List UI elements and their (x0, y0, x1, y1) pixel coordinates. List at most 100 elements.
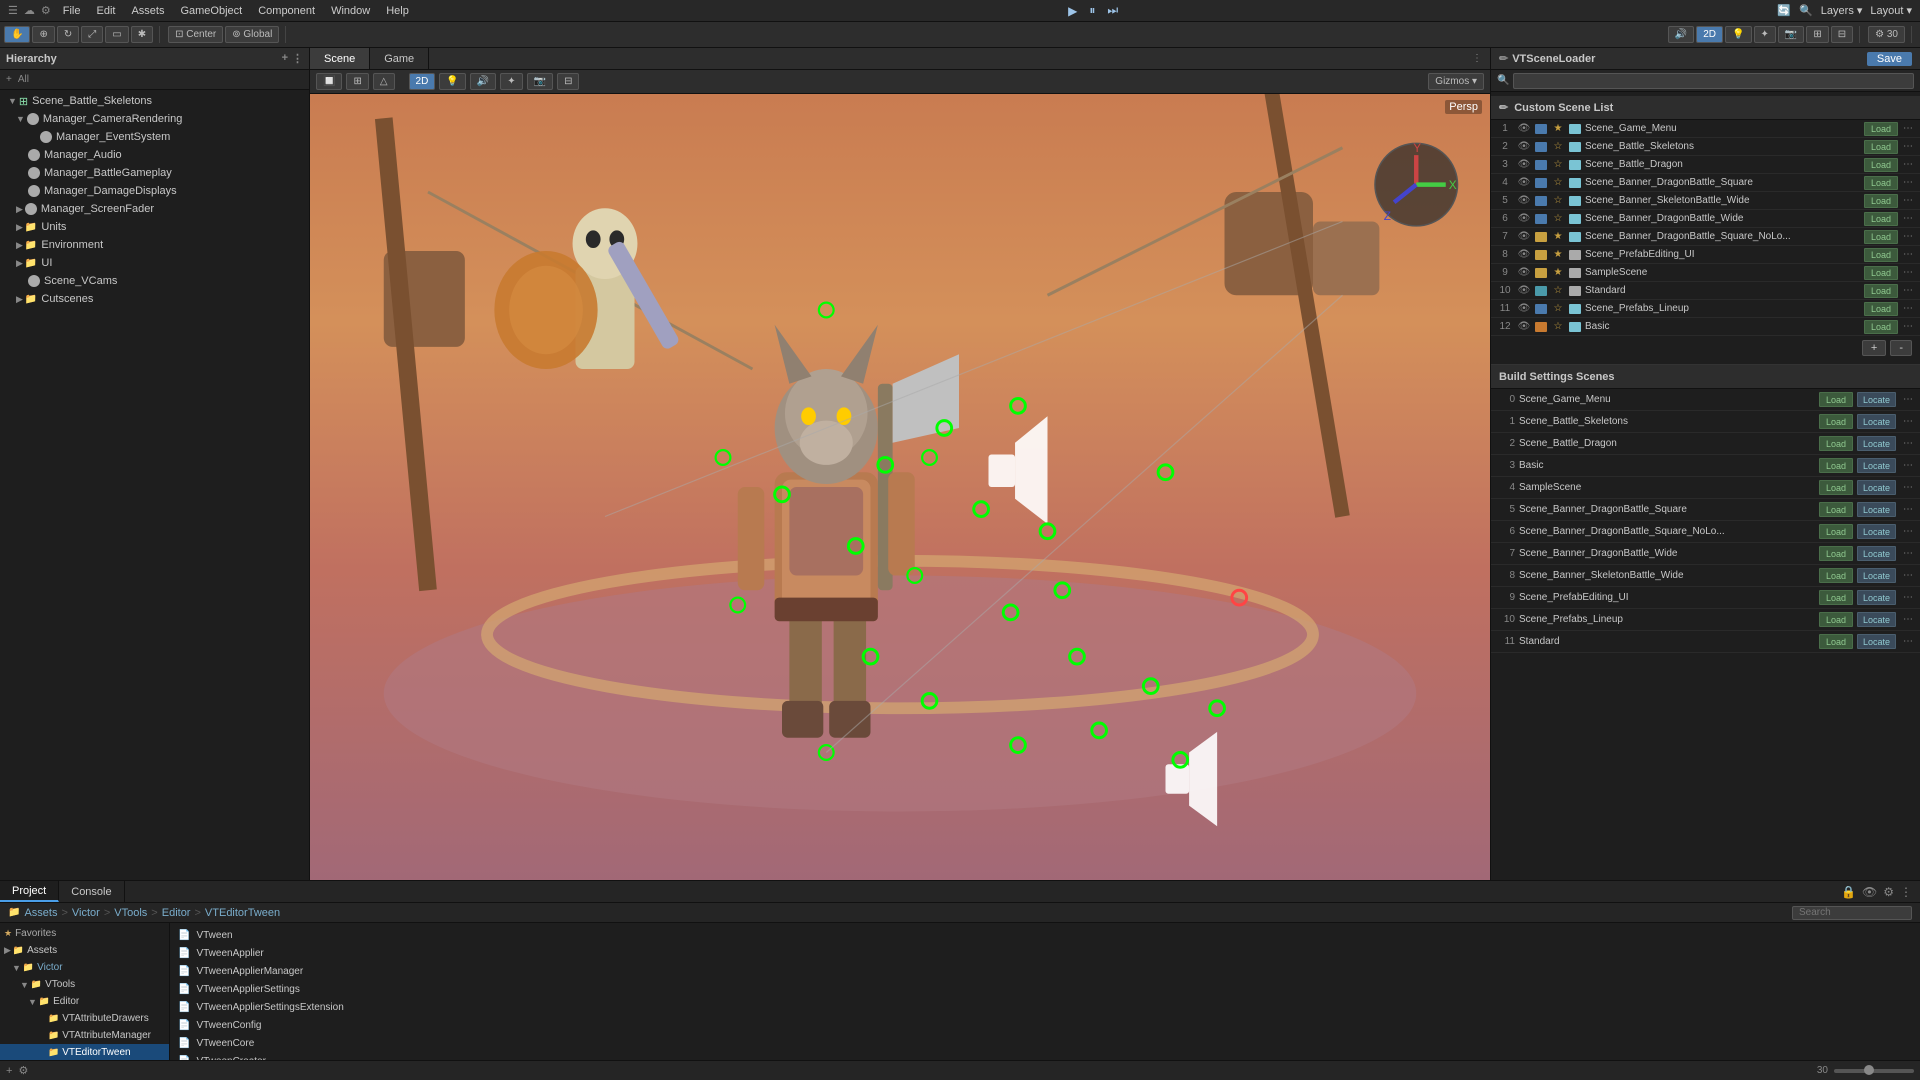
asset-file-item[interactable]: 📄VTweenConfig (174, 1017, 1916, 1034)
build-locate-btn[interactable]: Locate (1857, 480, 1896, 495)
row-dots[interactable]: ⋯ (1900, 123, 1916, 134)
cloud-icon[interactable]: ☁ (24, 4, 35, 17)
build-locate-btn[interactable]: Locate (1857, 524, 1896, 539)
row-dots[interactable]: ⋯ (1900, 177, 1916, 188)
move-tool[interactable]: ⊕ (32, 26, 54, 43)
project-item-assets[interactable]: ▶ 📁 Assets (0, 942, 169, 959)
build-scene-row[interactable]: 7 Scene_Banner_DragonBattle_Wide Load Lo… (1491, 543, 1920, 565)
row-dots[interactable]: ⋯ (1900, 141, 1916, 152)
step-button[interactable]: ⏭ (1107, 3, 1118, 18)
global-btn[interactable]: ⊚ Global (225, 26, 279, 43)
build-scene-row[interactable]: 9 Scene_PrefabEditing_UI Load Locate ⋯ (1491, 587, 1920, 609)
build-scene-row[interactable]: 2 Scene_Battle_Dragon Load Locate ⋯ (1491, 433, 1920, 455)
settings-sm-icon[interactable]: ⚙ (1883, 885, 1894, 899)
row-eye-icon[interactable]: 👁 (1517, 267, 1531, 278)
row-load-btn[interactable]: Load (1864, 176, 1898, 190)
project-item-favorites[interactable]: ★ Favorites (0, 925, 169, 942)
scene-gizmos-btn[interactable]: 🔲 (316, 73, 342, 90)
tab-game[interactable]: Game (370, 48, 429, 69)
build-dots[interactable]: ⋯ (1900, 482, 1916, 493)
row-dots[interactable]: ⋯ (1900, 303, 1916, 314)
custom-scene-row[interactable]: 11 👁 ☆ Scene_Prefabs_Lineup Load ⋯ (1491, 300, 1920, 318)
build-load-btn[interactable]: Load (1819, 546, 1853, 561)
tree-item-scene[interactable]: ▼ ⊞ Scene_Battle_Skeletons (0, 92, 309, 110)
row-eye-icon[interactable]: 👁 (1517, 231, 1531, 242)
row-star-icon[interactable]: ☆ (1551, 195, 1565, 206)
build-scene-row[interactable]: 4 SampleScene Load Locate ⋯ (1491, 477, 1920, 499)
row-star-icon[interactable]: ☆ (1551, 177, 1565, 188)
build-load-btn[interactable]: Load (1819, 568, 1853, 583)
build-locate-btn[interactable]: Locate (1857, 546, 1896, 561)
menu-component[interactable]: Component (258, 5, 315, 17)
build-locate-btn[interactable]: Locate (1857, 590, 1896, 605)
build-dots[interactable]: ⋯ (1900, 592, 1916, 603)
tree-item-environment[interactable]: ▶ 📁 Environment (0, 236, 309, 254)
save-button[interactable]: Save (1867, 52, 1912, 66)
build-scene-row[interactable]: 0 Scene_Game_Menu Load Locate ⋯ (1491, 389, 1920, 411)
asset-file-item[interactable]: 📄VTweenApplierSettings (174, 981, 1916, 998)
row-dots[interactable]: ⋯ (1900, 285, 1916, 296)
project-item-victor[interactable]: ▼ 📁 Victor (0, 959, 169, 976)
row-star-icon[interactable]: ☆ (1551, 159, 1565, 170)
project-item-vtattr-manager[interactable]: 📁 VTAttributeManager (0, 1027, 169, 1044)
row-eye-icon[interactable]: 👁 (1517, 159, 1531, 170)
tree-item-mgrcam[interactable]: ▼ Manager_CameraRendering (0, 110, 309, 128)
row-eye-icon[interactable]: 👁 (1517, 321, 1531, 332)
custom-scene-row[interactable]: 7 👁 ★ Scene_Banner_DragonBattle_Square_N… (1491, 228, 1920, 246)
asset-file-item[interactable]: 📄VTweenCreator (174, 1053, 1916, 1060)
hierarchy-menu-icon[interactable]: ⋮ (292, 52, 303, 65)
build-dots[interactable]: ⋯ (1900, 416, 1916, 427)
build-dots[interactable]: ⋯ (1900, 460, 1916, 471)
row-dots[interactable]: ⋯ (1900, 159, 1916, 170)
asset-file-item[interactable]: 📄VTweenApplierManager (174, 963, 1916, 980)
project-item-vteditortween[interactable]: 📁 VTEditorTween (0, 1044, 169, 1060)
custom-scene-row[interactable]: 5 👁 ☆ Scene_Banner_SkeletonBattle_Wide L… (1491, 192, 1920, 210)
custom-scene-row[interactable]: 9 👁 ★ SampleScene Load ⋯ (1491, 264, 1920, 282)
custom-scene-row[interactable]: 8 👁 ★ Scene_PrefabEditing_UI Load ⋯ (1491, 246, 1920, 264)
build-load-btn[interactable]: Load (1819, 436, 1853, 451)
bc-victor[interactable]: Victor (72, 907, 100, 919)
scene-gizmos-toggle[interactable]: Gizmos ▾ (1428, 73, 1484, 90)
menu-assets[interactable]: Assets (131, 5, 164, 17)
row-load-btn[interactable]: Load (1864, 230, 1898, 244)
row-load-btn[interactable]: Load (1864, 266, 1898, 280)
row-load-btn[interactable]: Load (1864, 194, 1898, 208)
gizmos-btn[interactable]: ⊞ (1806, 26, 1828, 43)
menu-edit[interactable]: Edit (96, 5, 115, 17)
eye-icon[interactable]: 👁 (1862, 885, 1877, 899)
view-options-icon[interactable]: ⋮ (1472, 53, 1482, 64)
build-locate-btn[interactable]: Locate (1857, 568, 1896, 583)
tree-item-mgraudio[interactable]: Manager_Audio (0, 146, 309, 164)
scale-tool[interactable]: ⤢ (81, 26, 103, 43)
row-dots[interactable]: ⋯ (1900, 267, 1916, 278)
row-load-btn[interactable]: Load (1864, 140, 1898, 154)
scene-canvas[interactable]: Y X Z Persp (310, 94, 1490, 880)
scene-mode-btn[interactable]: ⊞ (346, 73, 368, 90)
build-load-btn[interactable]: Load (1819, 414, 1853, 429)
add-scene-btn[interactable]: + (1862, 340, 1886, 356)
row-star-icon[interactable]: ☆ (1551, 285, 1565, 296)
row-eye-icon[interactable]: 👁 (1517, 285, 1531, 296)
camera-btn[interactable]: 📷 (1778, 26, 1804, 43)
row-eye-icon[interactable]: 👁 (1517, 141, 1531, 152)
menu-gameobject[interactable]: GameObject (180, 5, 242, 17)
menu-file[interactable]: File (63, 5, 81, 17)
more-icon[interactable]: ⋮ (1900, 885, 1912, 899)
menu-window[interactable]: Window (331, 5, 370, 17)
row-star-icon[interactable]: ★ (1551, 123, 1565, 134)
row-star-icon[interactable]: ☆ (1551, 303, 1565, 314)
tree-item-mgrdmg[interactable]: Manager_DamageDisplays (0, 182, 309, 200)
unity-menu-icon[interactable]: ☰ (8, 4, 18, 17)
row-eye-icon[interactable]: 👁 (1517, 177, 1531, 188)
layout-dropdown[interactable]: Layout ▾ (1870, 4, 1912, 17)
tab-console[interactable]: Console (59, 881, 124, 902)
2d-btn[interactable]: 2D (1696, 26, 1723, 43)
bc-editor[interactable]: Editor (162, 907, 191, 919)
build-scene-row[interactable]: 8 Scene_Banner_SkeletonBattle_Wide Load … (1491, 565, 1920, 587)
row-eye-icon[interactable]: 👁 (1517, 249, 1531, 260)
cloud-sync-icon[interactable]: 🔄 (1777, 4, 1791, 17)
build-locate-btn[interactable]: Locate (1857, 392, 1896, 407)
tab-scene[interactable]: Scene (310, 48, 370, 69)
custom-scene-row[interactable]: 10 👁 ☆ Standard Load ⋯ (1491, 282, 1920, 300)
scene-light-btn[interactable]: 💡 (439, 73, 465, 90)
